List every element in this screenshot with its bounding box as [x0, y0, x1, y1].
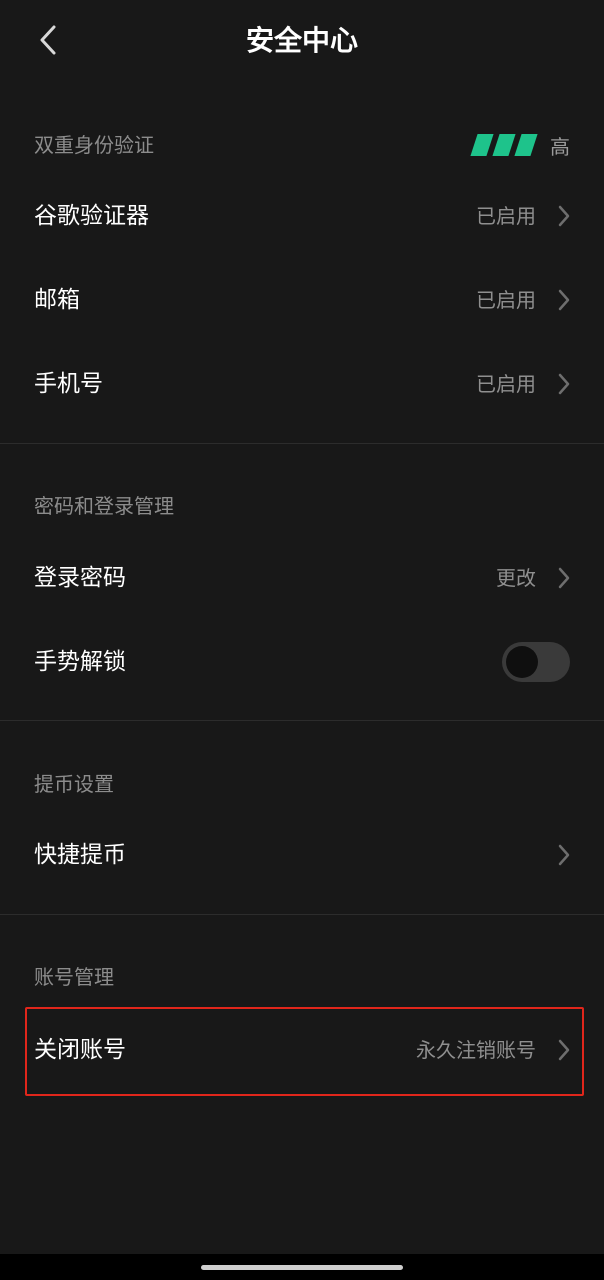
section-title-withdraw: 提币设置	[34, 772, 114, 796]
section-divider	[0, 914, 604, 915]
gesture-unlock-toggle[interactable]	[502, 642, 570, 682]
section-divider	[0, 443, 604, 444]
row-label: 邮箱	[34, 287, 80, 313]
row-quick-withdraw[interactable]: 快捷提币	[0, 813, 604, 897]
row-description: 永久注销账号	[416, 1037, 536, 1062]
row-login-password[interactable]: 登录密码 更改	[0, 536, 604, 620]
chevron-right-icon	[558, 1039, 570, 1060]
strength-bar	[470, 134, 494, 156]
strength-label: 高	[550, 134, 570, 159]
row-gesture-unlock: 手势解锁	[0, 620, 604, 704]
page-title: 安全中心	[245, 24, 358, 57]
section-divider	[0, 720, 604, 721]
row-label: 谷歌验证器	[34, 203, 149, 229]
chevron-right-icon	[558, 567, 570, 589]
row-email[interactable]: 邮箱 已启用	[0, 258, 604, 342]
chevron-right-icon	[558, 844, 570, 866]
row-label: 手机号	[34, 371, 103, 397]
home-indicator[interactable]	[201, 1265, 403, 1270]
chevron-right-icon	[558, 205, 570, 227]
toggle-knob	[506, 646, 538, 678]
chevron-right-icon	[558, 373, 570, 395]
row-label: 快捷提币	[34, 842, 126, 868]
row-google-authenticator[interactable]: 谷歌验证器 已启用	[0, 174, 604, 258]
row-phone[interactable]: 手机号 已启用	[0, 342, 604, 426]
row-close-account[interactable]: 关闭账号 永久注销账号	[0, 1007, 604, 1092]
section-title-two-factor: 双重身份验证	[34, 133, 154, 157]
strength-bar	[514, 134, 538, 156]
row-status: 已启用	[476, 288, 536, 312]
section-title-account: 账号管理	[34, 965, 114, 989]
system-nav-bar	[0, 1254, 604, 1280]
section-title-password: 密码和登录管理	[34, 494, 174, 518]
top-bar: 安全中心	[0, 0, 604, 82]
row-action: 更改	[496, 566, 536, 590]
row-status: 已启用	[476, 372, 536, 396]
row-label: 手势解锁	[34, 649, 126, 675]
chevron-right-icon	[558, 289, 570, 311]
strength-bars	[470, 134, 538, 156]
row-label: 登录密码	[34, 565, 126, 591]
strength-bar	[492, 134, 516, 156]
security-strength-indicator: 高	[470, 131, 570, 159]
row-status: 已启用	[476, 204, 536, 228]
row-label: 关闭账号	[34, 1036, 126, 1063]
